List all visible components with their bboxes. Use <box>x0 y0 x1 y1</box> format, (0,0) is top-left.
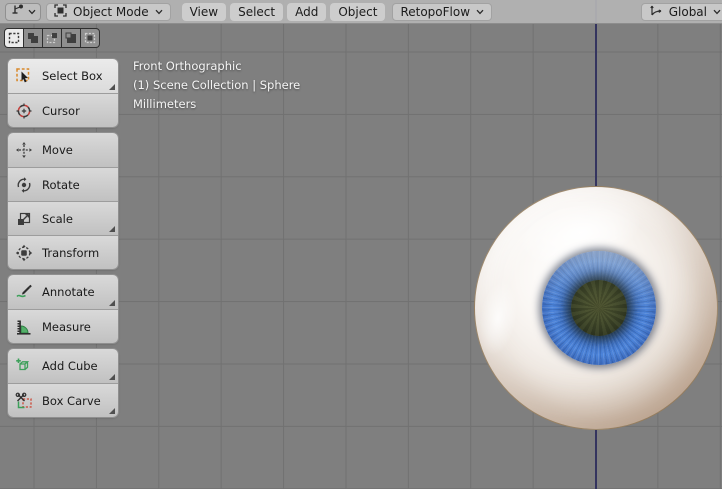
tool-label: Select Box <box>42 69 103 83</box>
active-object-label: (1) Scene Collection | Sphere <box>133 78 301 92</box>
tool-rotate[interactable]: Rotate <box>8 167 118 201</box>
chevron-down-icon <box>155 9 163 14</box>
tool-shelf: Select Box Cursor Move Rotate Scale Tran… <box>8 59 118 423</box>
select-mode-subtract[interactable] <box>43 29 61 47</box>
tool-group-retopoflow: Add Cube Box Carve <box>8 349 118 417</box>
menu-view[interactable]: View <box>181 2 227 21</box>
tool-label: Transform <box>42 245 100 260</box>
menu-select[interactable]: Select <box>230 2 284 21</box>
tool-measure[interactable]: Measure <box>8 309 118 343</box>
select-box-icon <box>14 66 34 86</box>
pupil <box>571 280 627 336</box>
menu-add[interactable]: Add <box>287 2 327 21</box>
measure-icon <box>14 317 34 337</box>
mode-dropdown[interactable]: Object Mode <box>46 2 171 21</box>
chevron-down-icon <box>713 9 721 14</box>
tool-scale[interactable]: Scale <box>8 201 118 235</box>
orientation-dropdown-label: Global <box>668 4 707 19</box>
select-mode-group <box>4 28 100 48</box>
tool-transform[interactable]: Transform <box>8 235 118 269</box>
viewport-overlay-text: Front Orthographic (1) Scene Collection … <box>133 57 300 114</box>
chevron-down-icon <box>476 9 484 14</box>
select-mode-invert[interactable] <box>62 29 80 47</box>
tool-group-transform: Move Rotate Scale Transform <box>8 133 118 269</box>
move-icon <box>14 140 34 160</box>
subtool-indicator <box>109 84 115 90</box>
tool-label: Scale <box>42 211 73 226</box>
iris <box>542 251 656 365</box>
tool-select-box[interactable]: Select Box <box>8 59 118 93</box>
tool-label: Cursor <box>42 103 80 118</box>
select-mode-intersect[interactable] <box>81 29 99 47</box>
mode-dropdown-label: Object Mode <box>73 4 149 19</box>
rotate-icon <box>14 175 34 195</box>
pupil-texture <box>571 280 627 336</box>
subtool-indicator <box>109 300 115 306</box>
retopoflow-dropdown[interactable]: RetopoFlow <box>392 2 493 21</box>
tool-label: Box Carve <box>42 393 101 408</box>
editor-type-dropdown[interactable] <box>5 2 41 21</box>
blender-3d-viewport: Object Mode View Select Add Object Retop… <box>0 0 722 489</box>
subtool-indicator <box>109 374 115 380</box>
orientation-wrap: Global <box>640 2 722 21</box>
cursor-icon <box>14 101 34 121</box>
view-name-label: Front Orthographic <box>133 59 242 73</box>
editor-type-3d-viewport-icon <box>11 3 25 20</box>
tool-move[interactable]: Move <box>8 133 118 167</box>
viewport-header: Object Mode View Select Add Object Retop… <box>0 0 722 24</box>
object-mode-icon <box>54 3 67 20</box>
tool-group-select: Select Box Cursor <box>8 59 118 127</box>
units-label: Millimeters <box>133 97 197 111</box>
scale-icon <box>14 209 34 229</box>
annotate-icon <box>14 282 34 302</box>
tool-annotate[interactable]: Annotate <box>8 275 118 309</box>
box-carve-icon <box>14 391 34 411</box>
select-mode-new[interactable] <box>5 29 23 47</box>
chevron-down-icon <box>28 9 35 14</box>
tool-label: Annotate <box>42 285 95 299</box>
tool-label: Add Cube <box>42 359 98 373</box>
transform-icon <box>14 243 34 263</box>
transform-orientation-dropdown[interactable]: Global <box>640 2 722 21</box>
subtool-indicator <box>109 226 115 232</box>
tool-add-cube[interactable]: Add Cube <box>8 349 118 383</box>
subtool-indicator <box>109 408 115 414</box>
tool-label: Rotate <box>42 177 80 192</box>
select-mode-extend[interactable] <box>24 29 42 47</box>
eyeball-object[interactable] <box>472 186 718 430</box>
global-orientation-icon <box>649 3 663 20</box>
sclera-edge-highlight <box>472 276 524 360</box>
tool-group-annotate: Annotate Measure <box>8 275 118 343</box>
tool-label: Measure <box>42 319 91 334</box>
header-menus: View Select Add Object <box>181 2 386 21</box>
menu-object[interactable]: Object <box>330 2 386 21</box>
tool-box-carve[interactable]: Box Carve <box>8 383 118 417</box>
tool-label: Move <box>42 143 73 157</box>
add-cube-icon <box>14 356 34 376</box>
retopoflow-dropdown-label: RetopoFlow <box>400 4 471 19</box>
tool-cursor[interactable]: Cursor <box>8 93 118 127</box>
